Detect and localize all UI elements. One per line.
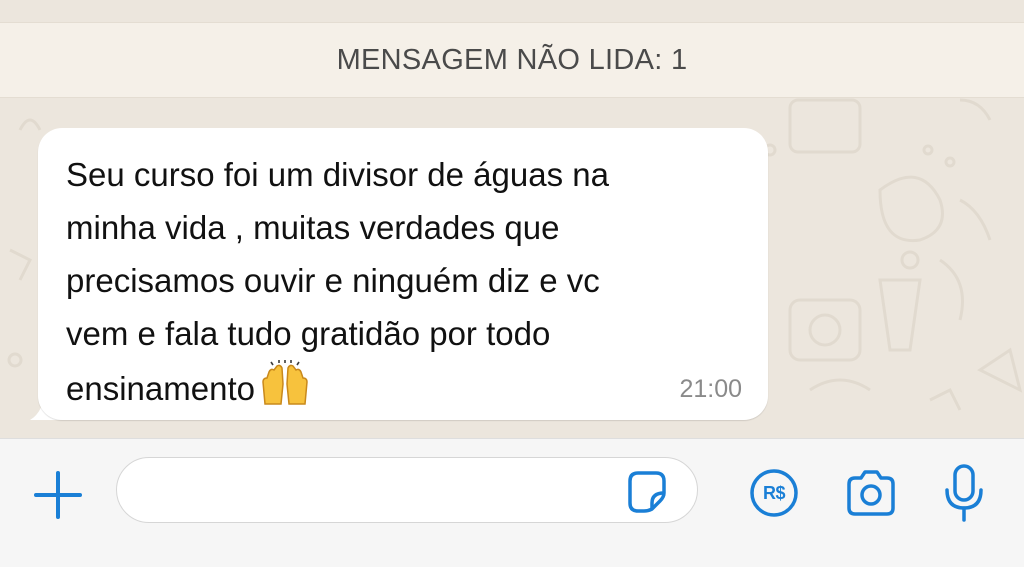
- unread-messages-banner: MENSAGEM NÃO LIDA: 1: [0, 22, 1024, 98]
- message-text-block: Seu curso foi um divisor de águas na min…: [66, 148, 756, 421]
- chat-background: MENSAGEM NÃO LIDA: 1 Seu curso foi um di…: [0, 0, 1024, 438]
- sticker-icon: [628, 471, 666, 513]
- plus-icon: [34, 471, 82, 519]
- message-input[interactable]: [141, 458, 625, 524]
- message-text: Seu curso foi um divisor de águas na min…: [66, 156, 609, 407]
- unread-banner-label: MENSAGEM NÃO LIDA: 1: [336, 43, 688, 76]
- camera-button[interactable]: [842, 465, 900, 521]
- message-input-bar: R$: [0, 438, 1024, 567]
- add-attachment-button[interactable]: [30, 467, 86, 523]
- payment-currency-label: R$: [762, 482, 786, 503]
- microphone-button[interactable]: [936, 461, 992, 525]
- payment-button[interactable]: R$: [746, 465, 802, 521]
- message-timestamp: 21:00: [679, 375, 742, 403]
- message-bubble[interactable]: Seu curso foi um divisor de águas na min…: [38, 128, 768, 420]
- message-input-field[interactable]: [116, 457, 698, 524]
- camera-icon: [847, 470, 895, 516]
- sticker-button[interactable]: [623, 468, 671, 514]
- raising-hands-emoji-icon: [259, 360, 311, 421]
- microphone-icon: [945, 464, 983, 522]
